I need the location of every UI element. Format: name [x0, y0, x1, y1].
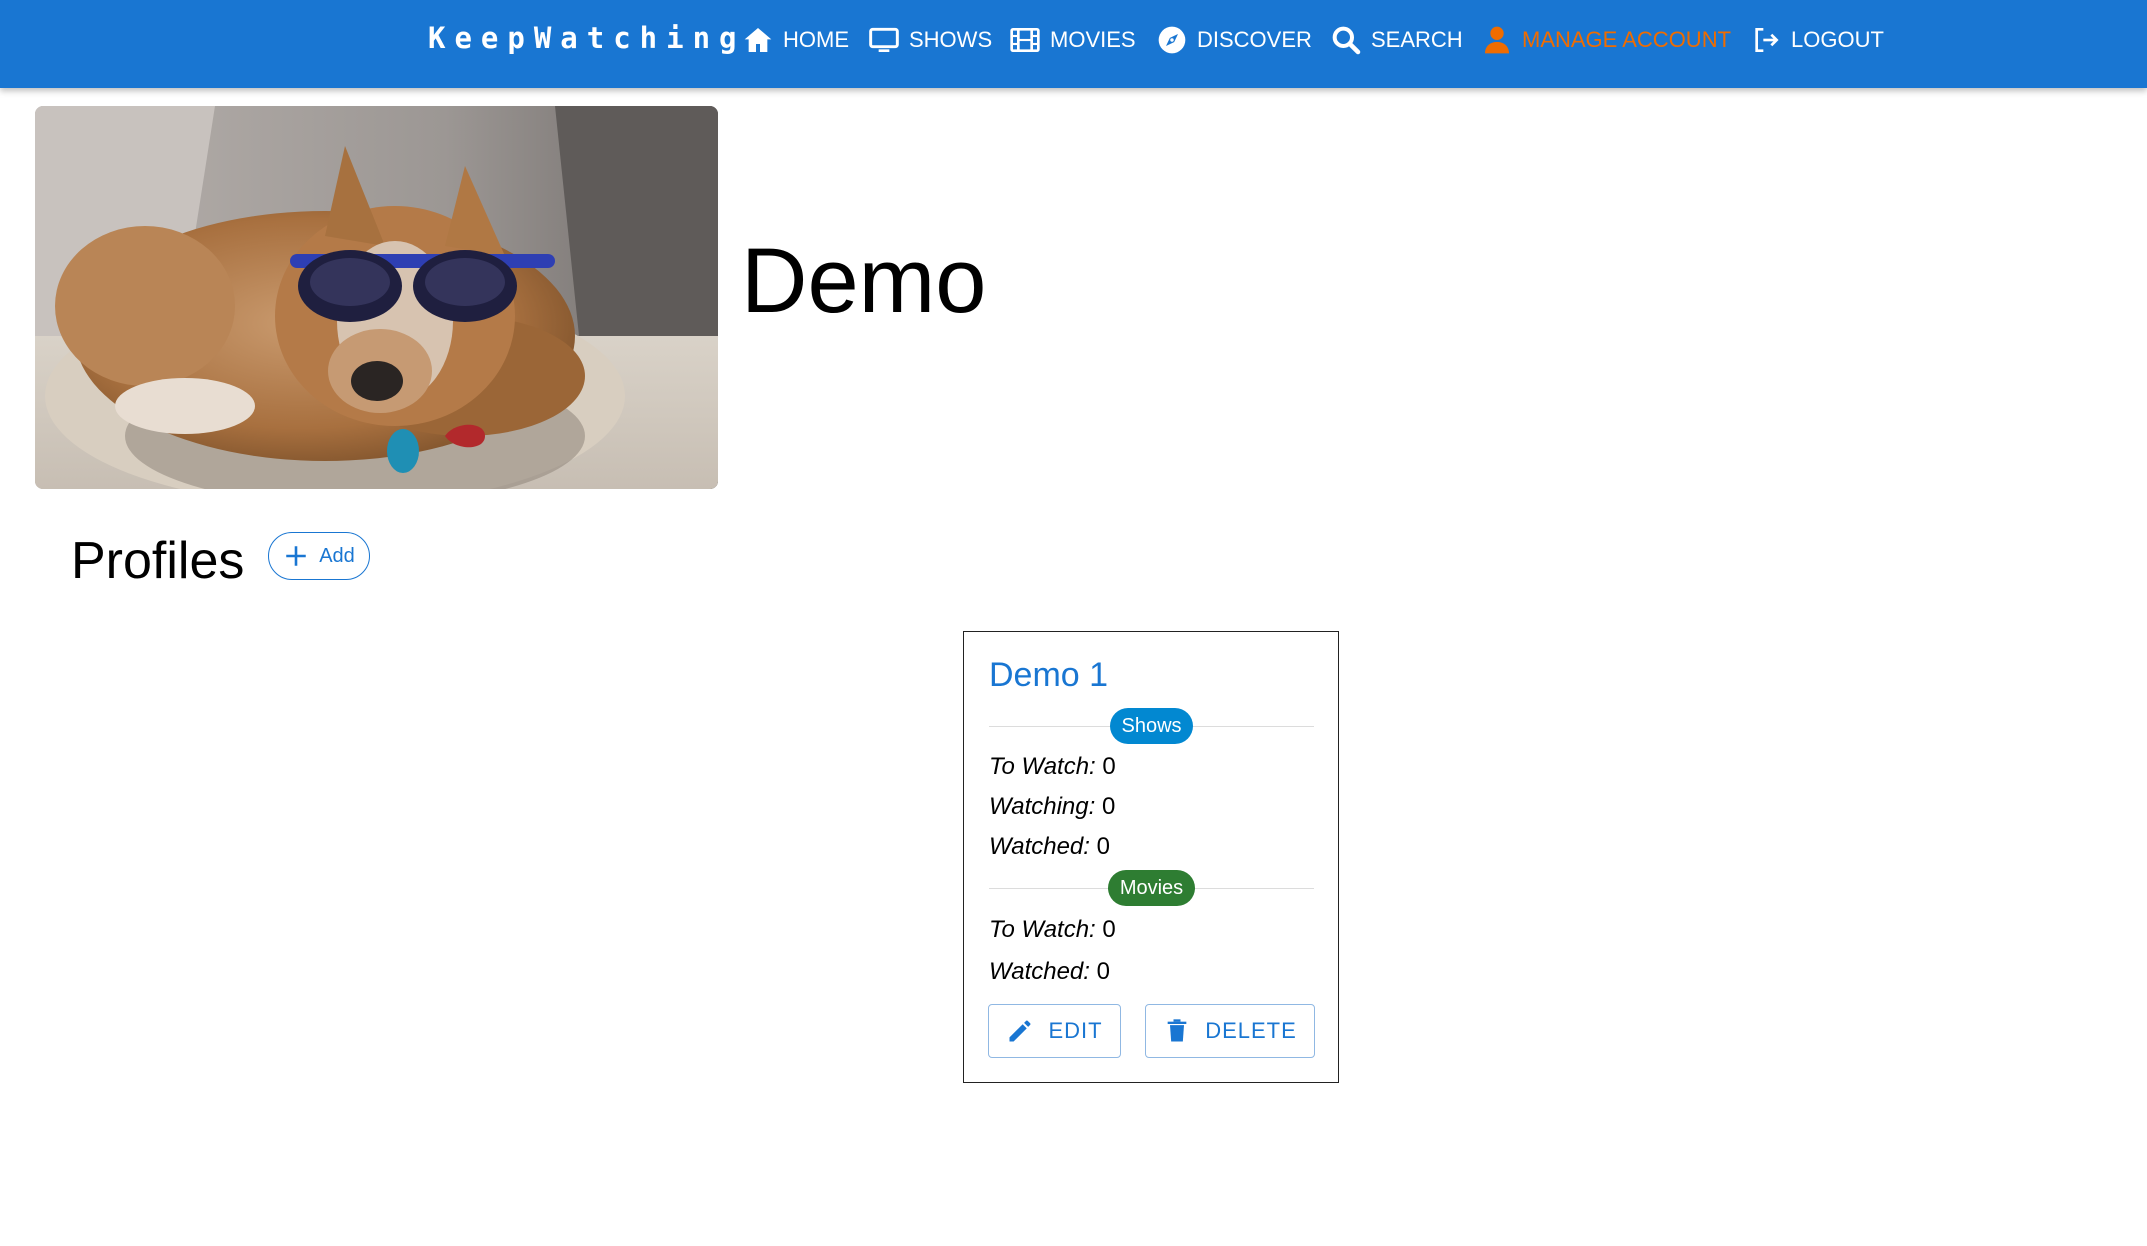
- nav-discover-label: DISCOVER: [1197, 27, 1312, 52]
- profile-card: Demo 1 Shows To Watch: 0 Watching: 0 Wat…: [963, 631, 1339, 1083]
- nav-home-label: HOME: [783, 27, 849, 52]
- shows-watching-stat: Watching: 0: [989, 792, 1115, 822]
- movies-chip: Movies: [1108, 870, 1195, 906]
- tv-icon: [868, 24, 900, 56]
- delete-profile-button[interactable]: DELETE: [1145, 1004, 1315, 1058]
- home-icon: [742, 24, 774, 56]
- edit-label: EDIT: [1048, 1018, 1103, 1043]
- stat-value: 0: [1096, 833, 1110, 860]
- profiles-heading: Profiles: [71, 532, 245, 590]
- nav-shows[interactable]: SHOWS: [868, 20, 992, 60]
- stat-value: 0: [1101, 793, 1116, 820]
- film-icon: [1009, 24, 1041, 56]
- profile-name[interactable]: Demo 1: [989, 654, 1108, 696]
- stat-label: Watching:: [989, 793, 1096, 820]
- nav-home[interactable]: HOME: [742, 20, 849, 60]
- trash-icon: [1167, 1019, 1187, 1042]
- stat-value: 0: [1102, 753, 1116, 780]
- nav-manage-account[interactable]: MANAGE ACCOUNT: [1481, 20, 1731, 60]
- account-name: Demo: [741, 230, 987, 332]
- nav-movies[interactable]: MOVIES: [1009, 20, 1136, 60]
- delete-label: DELETE: [1205, 1018, 1297, 1043]
- account-image: [35, 106, 718, 489]
- nav-logout[interactable]: LOGOUT: [1750, 20, 1884, 60]
- shows-chip: Shows: [1110, 708, 1193, 744]
- add-profile-button[interactable]: Add: [268, 532, 370, 580]
- shows-to-watch-stat: To Watch: 0: [989, 752, 1116, 782]
- logout-icon: [1750, 24, 1782, 56]
- compass-icon: [1156, 24, 1188, 56]
- add-profile-label: Add: [319, 544, 355, 567]
- shows-watched-stat: Watched: 0: [989, 832, 1110, 862]
- nav-search-label: SEARCH: [1371, 27, 1463, 52]
- dog-with-sunglasses-photo: [35, 106, 718, 489]
- movies-to-watch-stat: To Watch: 0: [989, 915, 1116, 945]
- movies-watched-stat: Watched: 0: [989, 957, 1110, 987]
- stat-label: Watched:: [989, 833, 1090, 860]
- edit-profile-button[interactable]: EDIT: [988, 1004, 1121, 1058]
- nav-discover[interactable]: DISCOVER: [1156, 20, 1312, 60]
- brand-logo[interactable]: KeepWatching: [428, 18, 746, 58]
- stat-label: Watched:: [989, 958, 1090, 985]
- plus-icon: [286, 546, 306, 566]
- user-icon: [1481, 24, 1513, 56]
- nav-search[interactable]: SEARCH: [1330, 20, 1463, 60]
- nav-manage-account-label: MANAGE ACCOUNT: [1522, 27, 1732, 52]
- nav-shows-label: SHOWS: [909, 27, 993, 52]
- search-icon: [1330, 24, 1362, 56]
- pencil-icon: [1009, 1020, 1031, 1042]
- nav-logout-label: LOGOUT: [1791, 27, 1884, 52]
- stat-value: 0: [1096, 958, 1110, 985]
- top-app-bar: KeepWatching HOME SHOWS MOVIES DISCOVER …: [0, 0, 2147, 88]
- stat-value: 0: [1102, 916, 1116, 943]
- stat-label: To Watch:: [989, 753, 1096, 780]
- nav-movies-label: MOVIES: [1050, 27, 1136, 52]
- stat-label: To Watch:: [989, 916, 1096, 943]
